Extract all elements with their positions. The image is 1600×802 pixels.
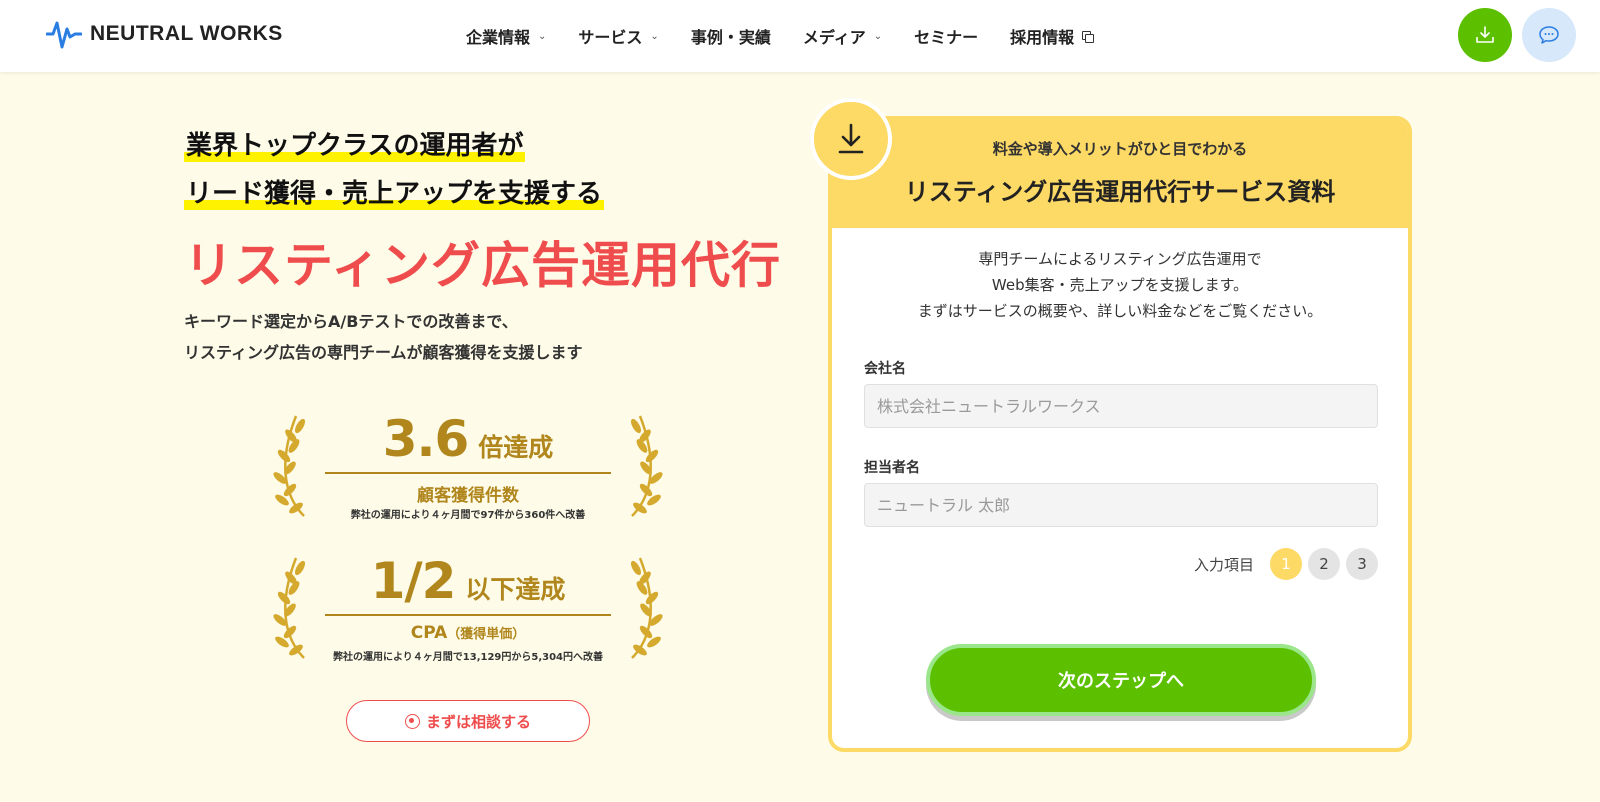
site-header: NEUTRAL WORKS 企業情報 ⌄ サービス ⌄ 事例・実績 メディア ⌄…	[0, 0, 1600, 72]
form-step-indicator: 入力項目 1 2 3	[1194, 548, 1378, 580]
award-unit: 倍達成	[478, 433, 554, 462]
next-step-button[interactable]: 次のステップへ	[926, 644, 1316, 716]
chat-icon	[1539, 26, 1559, 44]
nav-item-seminar[interactable]: セミナー	[914, 24, 978, 48]
download-button[interactable]	[1458, 8, 1512, 62]
award-divider	[325, 472, 611, 474]
award-label: CPA	[410, 623, 448, 643]
nav-item-label: 採用情報	[1010, 28, 1075, 47]
form-card-header: 料金や導入メリットがひと目でわかる リスティング広告運用代行サービス資料	[832, 120, 1408, 228]
company-name-label: 会社名	[864, 361, 906, 377]
hero-headline-line2: リード獲得・売上アップを支援する	[184, 178, 605, 210]
external-link-icon	[1082, 30, 1095, 43]
main-nav: 企業情報 ⌄ サービス ⌄ 事例・実績 メディア ⌄ セミナー 採用情報	[466, 0, 1125, 72]
hero-subtitle: キーワード選定からA/Bテストでの改善まで、 リスティング広告の専門チームが顧客…	[184, 306, 583, 368]
logo[interactable]: NEUTRAL WORKS	[46, 16, 283, 52]
nav-item-services[interactable]: サービス ⌄	[578, 24, 658, 48]
form-kicker: 料金や導入メリットがひと目でわかる	[992, 140, 1248, 158]
person-name-input[interactable]	[864, 483, 1378, 527]
nav-item-company[interactable]: 企業情報 ⌄	[466, 24, 546, 48]
radio-dot-icon	[404, 713, 420, 729]
award-value: 3.6	[382, 410, 470, 468]
award-unit: 以下達成	[465, 575, 566, 604]
hero-subtitle-line1: キーワード選定からA/Bテストでの改善まで、	[184, 312, 518, 331]
steps-label: 入力項目	[1193, 555, 1254, 574]
next-step-button-label: 次のステップへ	[1058, 671, 1184, 692]
award-note: 弊社の運用により４ヶ月間で13,129円から5,304円へ改善	[332, 652, 604, 663]
form-description-line1: 専門チームによるリスティング広告運用で	[978, 250, 1262, 268]
nav-item-label: 企業情報	[466, 28, 531, 47]
step-1: 1	[1270, 548, 1302, 580]
nav-item-media[interactable]: メディア ⌄	[803, 24, 882, 48]
person-name-label: 担当者名	[864, 460, 920, 476]
laurel-left-icon	[273, 557, 306, 659]
consult-button-label: まずは相談する	[425, 712, 531, 731]
chevron-down-icon: ⌄	[538, 30, 547, 42]
form-download-badge	[810, 98, 892, 180]
chat-button[interactable]	[1522, 8, 1576, 62]
logo-text: NEUTRAL WORKS	[90, 22, 283, 45]
hero-subtitle-line2: リスティング広告の専門チームが顧客獲得を支援します	[184, 343, 583, 362]
laurel-left-icon	[273, 415, 306, 517]
nav-item-label: メディア	[802, 28, 866, 47]
download-icon	[1476, 26, 1494, 43]
nav-item-label: セミナー	[914, 28, 979, 47]
logo-wave-icon	[46, 21, 82, 49]
step-2: 2	[1308, 548, 1340, 580]
award-note: 弊社の運用により４ヶ月間で97件から360件へ改善	[350, 510, 586, 521]
award-customer-acquisition: 3.6 倍達成 顧客獲得件数 弊社の運用により４ヶ月間で97件から360件へ改善	[270, 410, 666, 522]
nav-item-cases[interactable]: 事例・実績	[691, 24, 771, 48]
download-form-card: 料金や導入メリットがひと目でわかる リスティング広告運用代行サービス資料 専門チ…	[828, 116, 1412, 752]
laurel-right-icon	[630, 415, 663, 517]
nav-item-label: 事例・実績	[690, 28, 771, 47]
form-description-line3: まずはサービスの概要や、詳しい料金などをご覧ください。	[917, 302, 1323, 320]
award-label-row: CPA（獲得単価）	[325, 623, 611, 643]
hero-headline-line1: 業界トップクラスの運用者が	[184, 130, 526, 162]
consult-button[interactable]: まずは相談する	[346, 700, 590, 742]
hero-title: リスティング広告運用代行	[184, 237, 782, 294]
award-label-row: 顧客獲得件数	[325, 481, 611, 506]
nav-item-label: サービス	[578, 28, 643, 47]
award-cpa: 1/2 以下達成 CPA（獲得単価） 弊社の運用により４ヶ月間で13,129円から…	[270, 552, 666, 664]
form-description: 専門チームによるリスティング広告運用で Web集客・売上アップを支援します。 ま…	[832, 246, 1408, 324]
step-3: 3	[1346, 548, 1378, 580]
award-label: 顧客獲得件数	[417, 486, 519, 506]
nav-item-recruit[interactable]: 採用情報	[1010, 24, 1095, 48]
download-icon	[838, 123, 864, 154]
award-label-small: （獲得単価）	[447, 627, 526, 642]
company-name-input[interactable]	[864, 384, 1378, 428]
award-value: 1/2	[370, 552, 457, 610]
form-title: リスティング広告運用代行サービス資料	[904, 178, 1336, 206]
chevron-down-icon: ⌄	[650, 30, 659, 42]
award-divider	[325, 614, 611, 616]
laurel-right-icon	[630, 557, 663, 659]
award-value-row: 1/2 以下達成	[325, 552, 611, 610]
chevron-down-icon: ⌄	[873, 30, 883, 42]
award-value-row: 3.6 倍達成	[325, 410, 611, 468]
form-description-line2: Web集客・売上アップを支援します。	[991, 276, 1249, 294]
